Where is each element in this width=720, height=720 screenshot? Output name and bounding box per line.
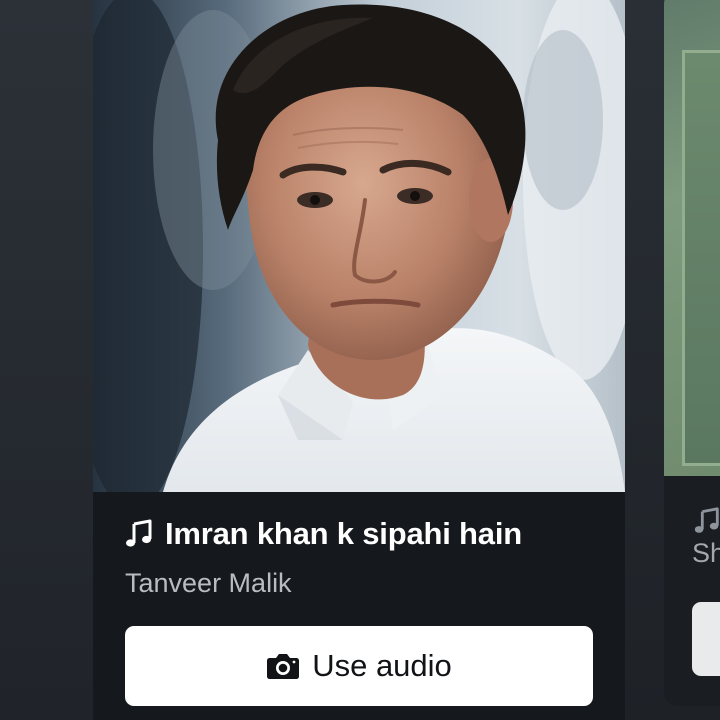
next-audio-cover-image[interactable] [664, 0, 720, 476]
next-audio-artist: Sh [692, 538, 720, 568]
audio-artist[interactable]: Tanveer Malik [125, 568, 292, 599]
music-note-icon [694, 507, 719, 533]
audio-title-row: Imran khan k sipahi hain [123, 516, 522, 552]
music-note-icon [126, 519, 152, 547]
audio-card[interactable]: Imran khan k sipahi hain Tanveer Malik U… [93, 0, 625, 720]
next-cover-frame [682, 50, 720, 466]
audio-cover-image[interactable] [93, 0, 625, 492]
next-audio-card[interactable]: Sh [664, 0, 720, 706]
previous-card-edge [0, 0, 93, 720]
camera-icon [267, 654, 300, 679]
use-audio-button[interactable]: Use audio [125, 626, 593, 706]
audio-title: Imran khan k sipahi hain [165, 516, 522, 551]
audio-carousel: Imran khan k sipahi hain Tanveer Malik U… [0, 0, 720, 720]
use-audio-label: Use audio [312, 648, 452, 683]
next-use-audio-button[interactable] [692, 602, 720, 676]
audio-info: Imran khan k sipahi hain Tanveer Malik U… [93, 492, 625, 720]
